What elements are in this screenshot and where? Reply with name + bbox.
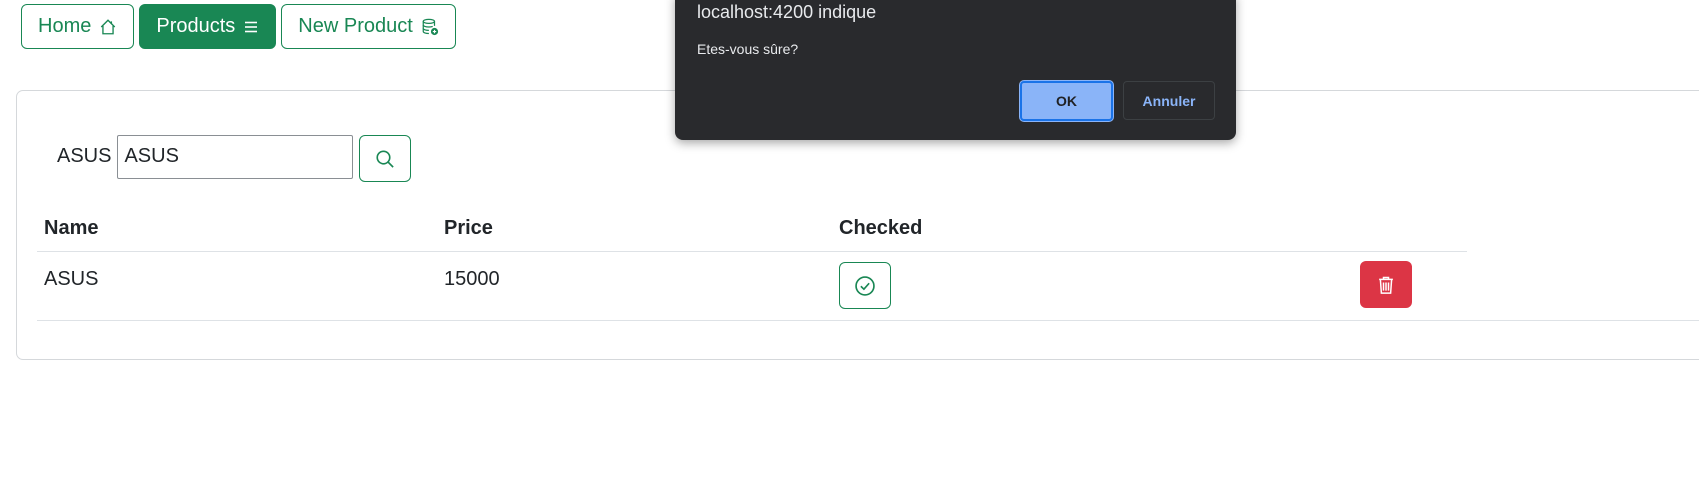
new-product-button[interactable]: New Product	[281, 4, 456, 49]
delete-button[interactable]	[1360, 261, 1412, 308]
home-button-label: Home	[38, 15, 92, 37]
table-row-divider	[37, 320, 1699, 321]
search-input[interactable]	[117, 134, 354, 179]
search-label: ASUS	[57, 145, 112, 167]
house-icon	[101, 18, 116, 34]
dialog-message: Etes-vous sûre?	[697, 41, 799, 57]
column-header-price: Price	[444, 217, 493, 239]
new-product-button-label: New Product	[298, 15, 413, 37]
database-add-icon	[422, 18, 438, 35]
cell-price: 15000	[444, 268, 500, 290]
column-header-checked: Checked	[839, 217, 923, 239]
trash-icon	[1379, 276, 1393, 294]
search-button[interactable]	[359, 135, 412, 182]
confirm-dialog: localhost:4200 indique Etes-vous sûre? O…	[675, 0, 1236, 140]
cancel-button[interactable]: Annuler	[1123, 81, 1215, 120]
dialog-title: localhost:4200 indique	[697, 2, 877, 22]
products-button[interactable]: Products	[139, 4, 277, 49]
home-button[interactable]: Home	[21, 4, 135, 49]
column-header-name: Name	[44, 217, 99, 239]
products-button-label: Products	[156, 15, 236, 37]
top-nav: Home Products New Product	[21, 4, 456, 49]
check-circle-icon	[855, 275, 875, 296]
table-header-divider	[37, 251, 1467, 252]
ok-button[interactable]: OK	[1020, 81, 1113, 121]
cell-name: ASUS	[44, 268, 99, 290]
check-button[interactable]	[839, 262, 891, 309]
search-icon	[376, 149, 395, 168]
search-form: ASUS	[57, 131, 412, 182]
list-icon	[245, 21, 258, 32]
